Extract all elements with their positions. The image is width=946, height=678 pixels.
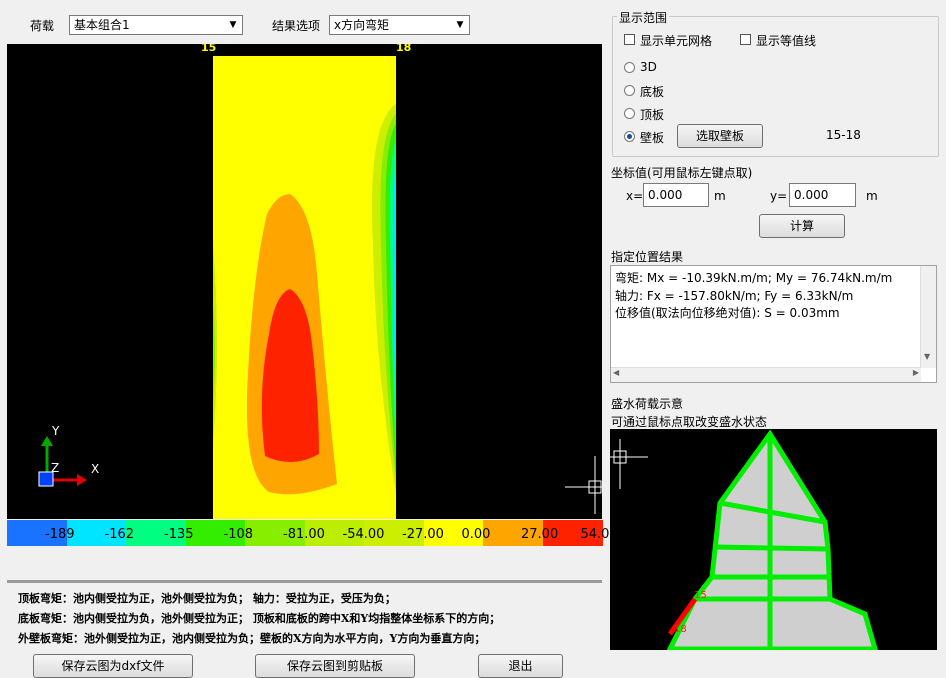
contour-svg	[38, 56, 602, 519]
radio-bottom-slab[interactable]	[624, 85, 635, 96]
legend-value-label: -189	[45, 527, 75, 542]
y-label: y=	[770, 189, 788, 203]
show-contour-checkbox[interactable]	[740, 34, 751, 45]
select-wall-button[interactable]: 选取壁板	[677, 124, 763, 148]
load-label: 荷载	[30, 19, 55, 33]
vertical-scrollbar[interactable]: ▼	[920, 266, 936, 368]
water-node-b: 18	[674, 624, 687, 635]
legend-value-label: -108	[223, 527, 254, 542]
scroll-down-icon[interactable]: ▼	[924, 352, 930, 361]
note-line-3: 外壁板弯矩：池外侧受拉为正，池内侧受拉为负；壁板的X方向为水平方向，Y方向为垂直…	[18, 632, 486, 645]
water-node-a: 15	[694, 590, 707, 601]
chevron-down-icon: ▼	[456, 20, 464, 30]
legend-value-label: 0.00	[461, 527, 491, 542]
radio-bottom-slab-label: 底板	[640, 85, 665, 99]
exit-button[interactable]: 退出	[478, 654, 563, 678]
x-input[interactable]: 0.000	[643, 183, 709, 207]
scroll-left-icon[interactable]: ◀	[613, 368, 619, 377]
calculate-button[interactable]: 计算	[759, 214, 845, 238]
legend-value-label: 27.00	[521, 527, 559, 542]
radio-top-slab-label: 顶板	[640, 108, 665, 122]
save-dxf-button[interactable]: 保存云图为dxf文件	[33, 654, 193, 678]
legend-value-label: -162	[104, 527, 135, 542]
radio-3d-label: 3D	[640, 60, 657, 74]
result-title: 指定位置结果	[611, 250, 684, 264]
note-line-1: 顶板弯矩：池内侧受拉为正，池外侧受拉为负； 轴力：受拉为正，受压为负；	[18, 592, 396, 605]
y-input[interactable]: 0.000	[789, 183, 856, 207]
radio-3d[interactable]	[624, 62, 635, 73]
separator	[7, 580, 602, 583]
result-option-label: 结果选项	[272, 19, 321, 33]
node-left-label: 15	[201, 44, 217, 54]
result-option-select[interactable]: x方向弯矩 ▼	[329, 15, 470, 35]
result-textarea[interactable]: 弯矩: Mx = -10.39kN.m/m; My = 76.74kN.m/m …	[610, 265, 937, 383]
show-mesh-checkbox[interactable]	[624, 34, 635, 45]
coords-title: 坐标值(可用鼠标左键点取)	[611, 166, 753, 180]
result-line-axial: 轴力: Fx = -157.80kN/m; Fy = 6.33kN/m	[615, 289, 854, 303]
load-select[interactable]: 基本组合1 ▼	[69, 15, 243, 35]
axis-y-label: Y	[52, 424, 60, 438]
radio-wall[interactable]	[624, 131, 635, 142]
display-range-title: 显示范围	[617, 9, 670, 26]
radio-top-slab[interactable]	[624, 108, 635, 119]
axis-z-label: Z	[51, 461, 60, 475]
note-line-2: 底板弯矩：池内侧受拉为负，池外侧受拉为正； 顶板和底板的跨中X和Y均指整体坐标系…	[18, 612, 501, 625]
result-line-displacement: 位移值(取法向位移绝对值): S = 0.03mm	[615, 306, 840, 320]
crosshair-cursor-icon	[610, 439, 648, 489]
water-load-diagram[interactable]: 15 18	[610, 429, 937, 650]
water-title: 盛水荷载示意	[611, 397, 684, 411]
radio-wall-label: 壁板	[640, 131, 665, 145]
x-label: x=	[626, 189, 644, 203]
result-option-value: x方向弯矩	[334, 18, 390, 32]
crosshair-cursor-icon	[565, 456, 602, 514]
horizontal-scrollbar[interactable]: ◀ ▶	[611, 367, 921, 382]
contour-plot[interactable]: 15 18 Y X Z	[7, 44, 602, 519]
wall-id-label: 15-18	[826, 128, 861, 142]
legend-value-label: -54.00	[342, 527, 385, 542]
legend-value-label: -27.00	[402, 527, 444, 542]
show-mesh-label: 显示单元网格	[640, 34, 713, 48]
x-unit: m	[714, 189, 726, 203]
water-load-svg	[610, 429, 878, 650]
load-select-value: 基本组合1	[74, 18, 130, 32]
result-line-moment: 弯矩: Mx = -10.39kN.m/m; My = 76.74kN.m/m	[615, 271, 893, 285]
legend-value-label: -135	[164, 527, 194, 542]
color-legend: -189 -162 -135 -108 -81.00 -54.00 -27.00 0.00 27…	[7, 520, 618, 546]
chevron-down-icon: ▼	[229, 20, 237, 30]
water-hint: 可通过鼠标点取改变盛水状态	[611, 415, 768, 429]
show-contour-label: 显示等值线	[756, 34, 817, 48]
scroll-right-icon[interactable]: ▶	[913, 368, 919, 377]
legend-value-label: -81.00	[283, 527, 325, 542]
save-clipboard-button[interactable]: 保存云图到剪贴板	[255, 654, 415, 678]
node-right-label: 18	[396, 44, 412, 54]
axis-x-label: X	[91, 462, 100, 476]
axis-triad-icon	[38, 436, 87, 487]
y-unit: m	[866, 189, 878, 203]
